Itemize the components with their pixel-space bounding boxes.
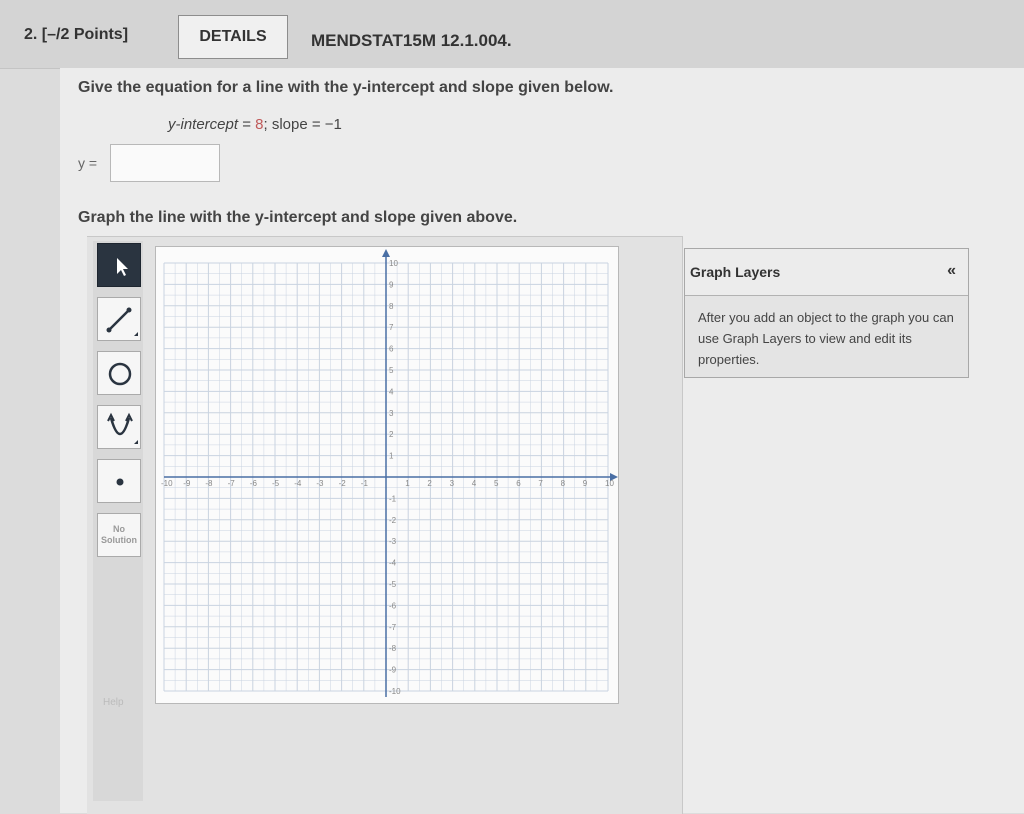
graph-tool: No Solution Help -10 -9 -8 -7 -6 -5 -4 -3 -2 -1 1 2… [87, 236, 683, 814]
line-icon [106, 307, 138, 336]
circle-tool-button[interactable] [97, 351, 141, 395]
y-tick-label: 1 [389, 452, 394, 461]
y-tick-label: 6 [389, 345, 394, 354]
graph-layers-header[interactable]: Graph Layers « [685, 249, 968, 296]
x-tick-label: -8 [205, 479, 213, 488]
x-tick-label: 7 [538, 479, 543, 488]
intercept-label: y-intercept [168, 116, 239, 133]
no-solution-line2: Solution [101, 535, 137, 545]
pointer-icon [117, 258, 128, 276]
x-tick-label: 1 [405, 479, 410, 488]
parabola-tool-button[interactable] [97, 405, 141, 449]
answer-label: y = [78, 155, 98, 171]
x-tick-label: 9 [583, 479, 588, 488]
y-tick-label: 10 [389, 259, 398, 268]
pointer-tool-button[interactable] [97, 243, 141, 287]
collapse-icon[interactable]: « [947, 262, 956, 280]
y-tick-label: 9 [389, 280, 394, 289]
y-tick-label: -4 [389, 559, 397, 568]
question-body: Give the equation for a line with the y-… [60, 68, 1024, 814]
y-tick-label: 7 [389, 323, 394, 332]
x-tick-label: -2 [339, 479, 347, 488]
y-axis-arrow-icon [382, 249, 390, 257]
slope-label: slope [271, 116, 308, 133]
y-tick-label: -7 [389, 623, 397, 632]
graph-prompt: Graph the line with the y-intercept and … [78, 209, 518, 226]
question-header: 2. [–/2 Points] DETAILS MENDSTAT15M 12.1… [0, 0, 1024, 69]
x-tick-label: 3 [450, 479, 455, 488]
y-tick-label: 2 [389, 430, 394, 439]
problem-code: MENDSTAT15M 12.1.004. [311, 31, 512, 50]
question-prompt: Give the equation for a line with the y-… [78, 79, 614, 96]
y-tick-label: -2 [389, 516, 397, 525]
circle-icon [108, 362, 132, 386]
x-tick-label: 2 [427, 479, 432, 488]
slope-value: −1 [324, 116, 342, 133]
point-icon [116, 478, 124, 486]
x-tick-label: -6 [250, 479, 258, 488]
graph-toolbar: No Solution Help [93, 241, 143, 801]
y-tick-label: -5 [389, 580, 397, 589]
y-tick-label: -9 [389, 666, 397, 675]
y-tick-label: 8 [389, 302, 394, 311]
x-tick-label: 5 [494, 479, 499, 488]
question-number-points: 2. [–/2 Points] [24, 26, 129, 43]
y-tick-label: -8 [389, 644, 397, 653]
x-tick-label: -9 [183, 479, 191, 488]
graph-layers-message: After you add an object to the graph you… [698, 310, 954, 367]
graph-canvas[interactable]: -10 -9 -8 -7 -6 -5 -4 -3 -2 -1 1 2 3 4 5 6 7 8 9 10 10 9 8 7 6 5 4… [155, 246, 619, 704]
x-tick-label: -1 [361, 479, 369, 488]
x-tick-label: -3 [316, 479, 324, 488]
y-tick-label: 5 [389, 366, 394, 375]
x-tick-label: -7 [228, 479, 236, 488]
point-tool-button[interactable] [97, 459, 141, 503]
line-tool-button[interactable] [97, 297, 141, 341]
graph-layers-panel: Graph Layers « After you add an object t… [684, 248, 969, 378]
y-tick-label: 3 [389, 409, 394, 418]
no-solution-button[interactable]: No Solution [97, 513, 141, 557]
x-tick-label: -5 [272, 479, 280, 488]
x-tick-label: 6 [516, 479, 521, 488]
y-tick-label: 4 [389, 387, 394, 396]
x-tick-label: -10 [161, 479, 173, 488]
x-tick-label: -4 [294, 479, 302, 488]
intercept-value: 8 [255, 116, 264, 133]
parabola-icon [107, 412, 138, 444]
answer-input[interactable] [110, 144, 220, 182]
y-tick-label: -10 [389, 687, 401, 696]
help-link[interactable]: Help [103, 697, 124, 708]
coordinate-grid[interactable]: -10 -9 -8 -7 -6 -5 -4 -3 -2 -1 1 2 3 4 5 6 7 8 9 10 10 9 8 7 6 5 4… [156, 247, 618, 703]
x-tick-label: 4 [472, 479, 477, 488]
y-tick-label: -3 [389, 537, 397, 546]
x-tick-label: 10 [605, 479, 614, 488]
given-values: y-intercept = 8; slope = −1 [168, 116, 342, 133]
graph-layers-title: Graph Layers [690, 264, 781, 280]
details-button[interactable]: DETAILS [178, 15, 288, 59]
x-tick-label: 8 [561, 479, 566, 488]
y-tick-label: -1 [389, 494, 397, 503]
y-tick-label: -6 [389, 601, 397, 610]
no-solution-line1: No [113, 524, 125, 534]
